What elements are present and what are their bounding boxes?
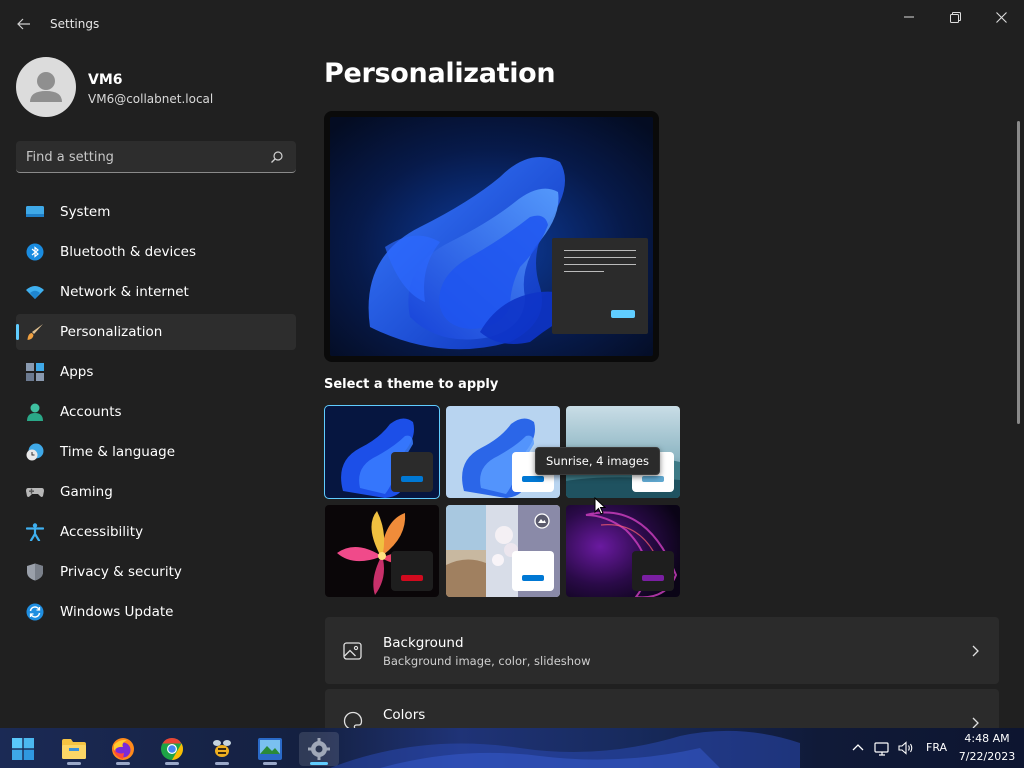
close-icon <box>995 11 1007 23</box>
minimize-button[interactable] <box>886 4 932 30</box>
theme-mini-window <box>391 551 433 591</box>
user-email: VM6@collabnet.local <box>88 92 214 106</box>
user-silhouette-icon <box>30 72 62 102</box>
wifi-icon <box>26 286 44 299</box>
preview-window-mockup <box>552 238 648 334</box>
sidebar-item-label: Gaming <box>60 484 113 500</box>
chevron-up-icon[interactable] <box>850 740 866 756</box>
settings-gear-icon <box>308 738 330 760</box>
bluetooth-icon <box>26 243 44 261</box>
sidebar-item-bluetooth[interactable]: Bluetooth & devices <box>16 234 296 270</box>
theme-grid <box>324 405 684 597</box>
sidebar-item-label: Apps <box>60 364 94 380</box>
restore-icon <box>949 11 961 23</box>
taskbar-chrome[interactable] <box>152 732 192 766</box>
background-card[interactable]: Background Background image, color, slid… <box>325 617 999 684</box>
taskbar: FRA 4:48 AM 7/22/2023 <box>0 728 1024 768</box>
firefox-icon <box>112 738 134 760</box>
search-box <box>16 141 296 173</box>
window-title: Settings <box>50 17 100 31</box>
sidebar-item-label: Windows Update <box>60 604 174 620</box>
taskbar-start-button[interactable] <box>3 732 43 766</box>
volume-icon[interactable] <box>898 740 914 756</box>
update-icon <box>26 603 44 621</box>
accessibility-icon <box>26 523 44 541</box>
theme-tile-windows-dark[interactable] <box>324 405 440 499</box>
sidebar-item-windows-update[interactable]: Windows Update <box>16 594 296 630</box>
user-name: VM6 <box>88 72 123 88</box>
clock-globe-icon <box>26 443 44 461</box>
tray-date[interactable]: 7/22/2023 <box>958 750 1016 763</box>
sidebar-item-network[interactable]: Network & internet <box>16 274 296 310</box>
theme-tile-captured-motion[interactable] <box>566 505 680 597</box>
chrome-icon <box>161 738 183 760</box>
sidebar-item-personalization[interactable]: Personalization <box>16 314 296 350</box>
themes-section-label: Select a theme to apply <box>324 377 499 392</box>
sidebar-item-label: Bluetooth & devices <box>60 244 197 260</box>
person-icon <box>27 403 43 421</box>
minimize-icon <box>904 16 914 18</box>
shield-icon <box>27 563 43 581</box>
close-button[interactable] <box>978 4 1024 30</box>
sidebar-nav: System Bluetooth & devices Network & int… <box>16 194 296 634</box>
card-title: Background <box>383 635 464 651</box>
sidebar-item-label: System <box>60 204 111 220</box>
search-input[interactable] <box>26 147 261 167</box>
taskbar-file-explorer[interactable] <box>54 732 94 766</box>
mouse-cursor-icon <box>594 497 606 515</box>
gamepad-icon <box>26 488 44 497</box>
back-button[interactable] <box>12 12 36 36</box>
theme-mini-window <box>512 551 554 591</box>
image-icon <box>343 642 362 660</box>
avatar[interactable] <box>16 57 76 117</box>
theme-tile-glow[interactable] <box>446 505 560 597</box>
apps-icon <box>26 363 44 381</box>
paintbrush-icon <box>27 324 43 340</box>
search-icon[interactable] <box>270 150 284 164</box>
sidebar-item-time-language[interactable]: Time & language <box>16 434 296 470</box>
page-title: Personalization <box>324 58 556 89</box>
sidebar-item-accessibility[interactable]: Accessibility <box>16 514 296 550</box>
monitor-icon <box>26 206 44 217</box>
restore-button[interactable] <box>932 4 978 30</box>
network-tray-icon[interactable] <box>874 740 890 756</box>
taskbar-firefox[interactable] <box>103 732 143 766</box>
sidebar-item-label: Time & language <box>60 444 176 460</box>
photo-app-icon <box>258 738 282 760</box>
arrow-left-icon <box>17 18 30 30</box>
taskbar-app-bee[interactable] <box>202 732 242 766</box>
taskbar-settings[interactable] <box>299 732 339 766</box>
theme-mini-window <box>632 551 674 591</box>
theme-preview <box>324 111 659 362</box>
card-subtitle: Background image, color, slideshow <box>383 654 591 668</box>
colors-card[interactable]: Colors <box>325 689 999 731</box>
main-scrollbar[interactable] <box>1017 121 1020 424</box>
windows-start-icon <box>12 738 34 760</box>
sidebar-item-label: Network & internet <box>60 284 189 300</box>
taskbar-app-photo[interactable] <box>250 732 290 766</box>
theme-mini-window <box>391 452 433 492</box>
card-title: Colors <box>383 707 426 723</box>
tray-time[interactable]: 4:48 AM <box>962 732 1012 745</box>
chevron-right-icon <box>972 645 979 657</box>
theme-tooltip: Sunrise, 4 images <box>535 447 660 475</box>
sidebar-item-privacy-security[interactable]: Privacy & security <box>16 554 296 590</box>
input-language[interactable]: FRA <box>926 741 947 754</box>
theme-tile-flower[interactable] <box>325 505 439 597</box>
sidebar-item-accounts[interactable]: Accounts <box>16 394 296 430</box>
sidebar-item-label: Personalization <box>60 324 163 340</box>
sidebar-item-label: Accounts <box>60 404 122 420</box>
bee-app-icon <box>213 740 231 757</box>
slideshow-badge-icon <box>534 513 550 529</box>
sidebar-item-label: Privacy & security <box>60 564 182 580</box>
sidebar-item-apps[interactable]: Apps <box>16 354 296 390</box>
folder-icon <box>62 739 86 759</box>
sidebar-item-system[interactable]: System <box>16 194 296 230</box>
title-bar: Settings <box>0 0 1024 48</box>
sidebar-item-gaming[interactable]: Gaming <box>16 474 296 510</box>
sidebar-item-label: Accessibility <box>60 524 144 540</box>
